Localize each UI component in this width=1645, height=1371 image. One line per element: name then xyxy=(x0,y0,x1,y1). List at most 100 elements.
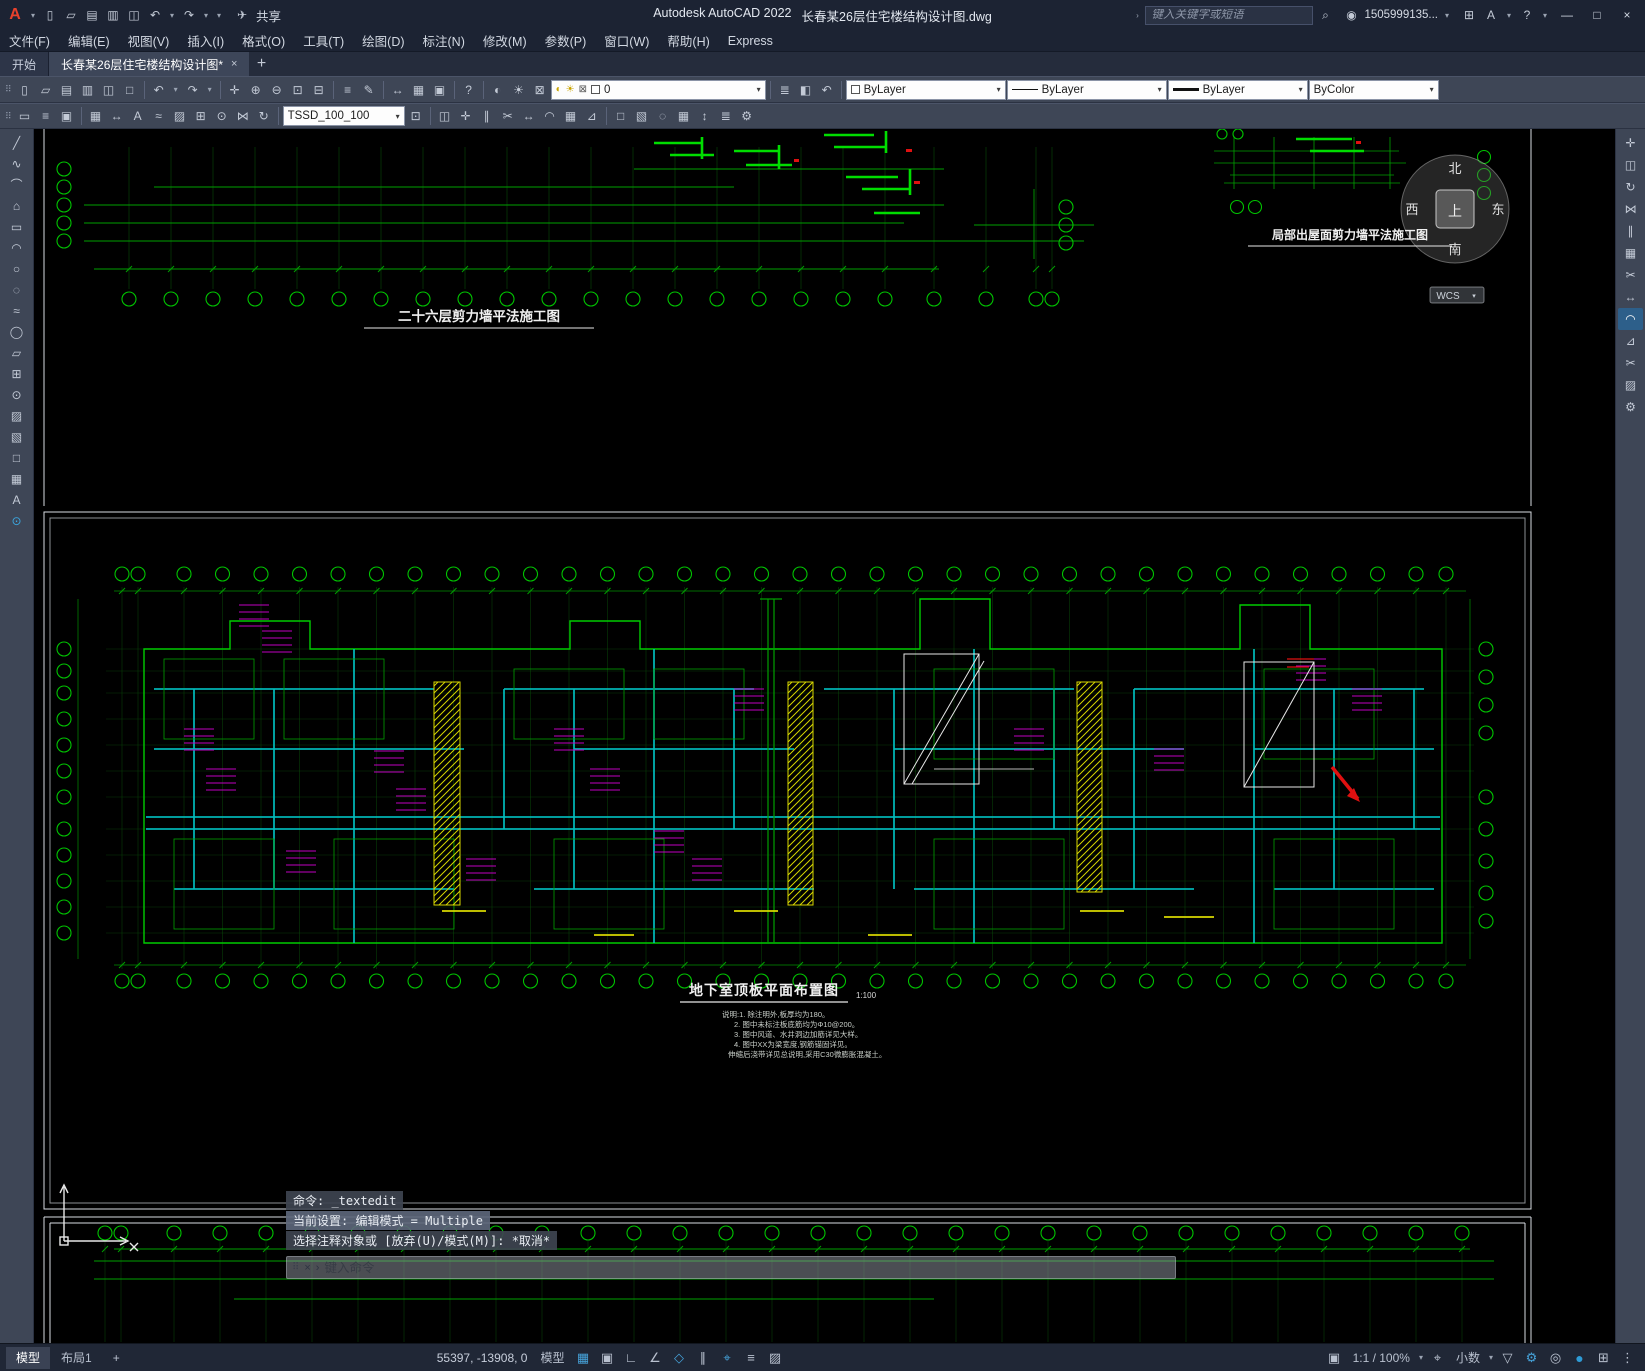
tool-gradient-icon[interactable]: ▧ xyxy=(632,106,652,126)
zoom-window-icon[interactable]: ⊡ xyxy=(288,80,308,100)
polyline-icon[interactable]: ∿ xyxy=(3,153,30,174)
customize-statusbar-icon[interactable]: ⋮ xyxy=(1616,1347,1639,1369)
tab-document[interactable]: 长春某26层住宅楼结构设计图* × xyxy=(49,52,250,76)
lineweight-dropdown-icon[interactable]: ▾ xyxy=(1299,85,1303,94)
tool-scale-icon[interactable]: ⊿ xyxy=(582,106,602,126)
matchprop-icon[interactable]: ✎ xyxy=(359,80,379,100)
table-icon[interactable]: ▦ xyxy=(409,80,429,100)
menu-help[interactable]: 帮助(H) xyxy=(658,30,718,51)
undo-icon[interactable]: ↶ xyxy=(145,5,165,25)
properties-icon[interactable]: ≡ xyxy=(338,80,358,100)
tssd-point-icon[interactable]: ⊙ xyxy=(212,106,232,126)
compass-south[interactable]: 南 xyxy=(1448,242,1461,257)
table-icon[interactable]: ▦ xyxy=(3,468,30,489)
menu-dimension[interactable]: 标注(N) xyxy=(414,30,474,51)
wcs-control[interactable]: WCS ▾ xyxy=(1429,286,1485,304)
copy-icon[interactable]: ◫ xyxy=(1618,154,1643,176)
help-search-input[interactable] xyxy=(1151,9,1308,21)
saveas-icon[interactable]: ▥ xyxy=(78,80,98,100)
menu-window[interactable]: 窗口(W) xyxy=(595,30,658,51)
object-filter-icon[interactable]: ▽ xyxy=(1496,1347,1519,1369)
tssd-rotate-icon[interactable]: ↻ xyxy=(254,106,274,126)
menu-view[interactable]: 视图(V) xyxy=(119,30,179,51)
dyn-input-toggle-icon[interactable]: ⌖ xyxy=(715,1347,738,1369)
compass-east[interactable]: 东 xyxy=(1491,202,1504,217)
model-space-button[interactable]: 模型 xyxy=(534,1349,570,1366)
open-icon[interactable]: ▱ xyxy=(36,80,56,100)
grid-toggle-icon[interactable]: ▦ xyxy=(571,1347,594,1369)
fillet-icon[interactable]: ◠ xyxy=(1618,308,1643,330)
tssd-dim-icon[interactable]: ↔ xyxy=(107,106,127,126)
extend-icon[interactable]: ↔ xyxy=(1618,286,1643,308)
ortho-toggle-icon[interactable]: ∟ xyxy=(619,1347,642,1369)
redo-icon[interactable]: ↷ xyxy=(179,5,199,25)
point-style-icon[interactable]: ⊙ xyxy=(3,510,30,531)
revcloud-icon[interactable]: ◌ xyxy=(3,279,30,300)
menu-edit[interactable]: 编辑(E) xyxy=(59,30,119,51)
app-store-icon[interactable]: ⊞ xyxy=(1459,5,1479,25)
mtext-icon[interactable]: A xyxy=(3,489,30,510)
tool-table-icon[interactable]: ▦ xyxy=(674,106,694,126)
insert-block-icon[interactable]: ▱ xyxy=(3,342,30,363)
mirror-icon[interactable]: ⋈ xyxy=(1618,198,1643,220)
field-icon[interactable]: ▣ xyxy=(430,80,450,100)
scale-dropdown-icon[interactable]: ▾ xyxy=(1417,1353,1425,1362)
autodesk-a-icon[interactable]: A xyxy=(1481,5,1501,25)
tool-cloud-icon[interactable]: ◌ xyxy=(653,106,673,126)
maximize-button[interactable]: □ xyxy=(1583,3,1611,27)
layer-lock-icon[interactable]: ⊠ xyxy=(530,80,550,100)
tool-array-icon[interactable]: ▦ xyxy=(561,106,581,126)
new-layout-tab[interactable]: + xyxy=(103,1347,130,1369)
hatch-icon[interactable]: ▨ xyxy=(3,405,30,426)
qat-customize-icon[interactable]: ▾ xyxy=(213,5,225,25)
autocad-logo-icon[interactable]: A xyxy=(4,4,26,26)
command-close-icon[interactable]: × xyxy=(304,1262,310,1274)
layer-thaw-icon[interactable]: ☀ xyxy=(509,80,529,100)
tool-region-icon[interactable]: □ xyxy=(611,106,631,126)
linetype-combo[interactable]: ByLayer ▾ xyxy=(1006,79,1167,100)
menu-parametric[interactable]: 参数(P) xyxy=(536,30,596,51)
preview-icon[interactable]: □ xyxy=(120,80,140,100)
command-bar[interactable]: ⠿ × › xyxy=(286,1256,1176,1279)
tool-offset-icon[interactable]: ∥ xyxy=(477,106,497,126)
tool-dim-icon[interactable]: ↕ xyxy=(695,106,715,126)
tool-extend-icon[interactable]: ↔ xyxy=(519,106,539,126)
hardware-accel-icon[interactable]: ● xyxy=(1568,1347,1591,1369)
open-icon[interactable]: ▱ xyxy=(61,5,81,25)
hatch-edit-icon[interactable]: ▨ xyxy=(1618,374,1643,396)
tssd-scale-combo[interactable]: TSSD_100_100 ▾ xyxy=(282,106,405,126)
undo-icon[interactable]: ↶ xyxy=(149,80,169,100)
layers-manager-icon[interactable]: ≣ xyxy=(775,80,795,100)
lineweight-combo[interactable]: ByLayer ▾ xyxy=(1167,79,1308,100)
erase-icon[interactable]: ✂ xyxy=(1618,352,1643,374)
circle-icon[interactable]: ○ xyxy=(3,258,30,279)
units-display[interactable]: 小数 xyxy=(1450,1349,1486,1366)
layer-prev-icon[interactable]: ↶ xyxy=(817,80,837,100)
tssd-wall-icon[interactable]: ▭ xyxy=(15,106,35,126)
color-combo[interactable]: ByLayer ▾ xyxy=(845,79,1006,100)
tssd-axis-icon[interactable]: ▦ xyxy=(86,106,106,126)
point-icon[interactable]: ⊙ xyxy=(3,384,30,405)
compass-west[interactable]: 西 xyxy=(1405,202,1418,217)
tssd-mirror-icon[interactable]: ⋈ xyxy=(233,106,253,126)
minimize-button[interactable]: — xyxy=(1553,3,1581,27)
tssd-calc-icon[interactable]: ⊡ xyxy=(406,106,426,126)
compass-north[interactable]: 北 xyxy=(1448,161,1461,176)
save-icon[interactable]: ▤ xyxy=(57,80,77,100)
plot-icon[interactable]: ◫ xyxy=(124,5,144,25)
help-search-box[interactable] xyxy=(1145,5,1314,25)
save-icon[interactable]: ▤ xyxy=(82,5,102,25)
osnap-toggle-icon[interactable]: ◇ xyxy=(667,1347,690,1369)
undo-dropdown-icon[interactable]: ▾ xyxy=(166,5,178,25)
zoom-in-icon[interactable]: ⊕ xyxy=(246,80,266,100)
new-icon[interactable]: ▯ xyxy=(40,5,60,25)
layer-on-icon[interactable]: ◐ xyxy=(488,80,508,100)
polygon-icon[interactable]: ⌂ xyxy=(3,195,30,216)
move-icon[interactable]: ✛ xyxy=(1618,132,1643,154)
tssd-column-icon[interactable]: ▣ xyxy=(57,106,77,126)
search-expand-icon[interactable]: › xyxy=(1131,5,1143,25)
polar-toggle-icon[interactable]: ∠ xyxy=(643,1347,666,1369)
settings-icon[interactable]: ⚙ xyxy=(1618,396,1643,418)
close-button[interactable]: × xyxy=(1613,3,1641,27)
menu-file[interactable]: 文件(F) xyxy=(0,30,59,51)
